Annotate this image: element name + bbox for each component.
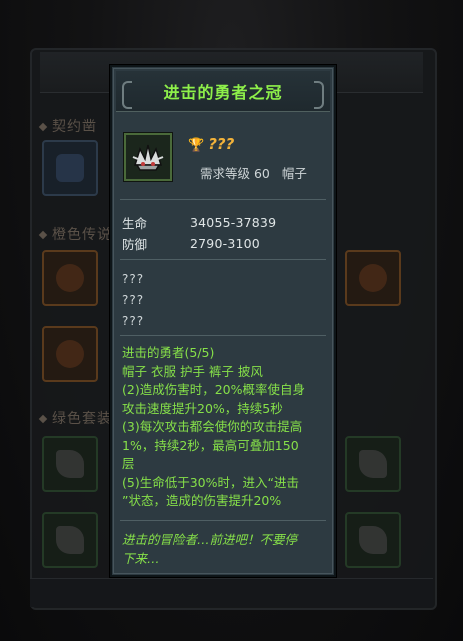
background-item-slot [42,436,98,492]
slot-type: 帽子 [281,166,307,181]
set-line: 1%，持续2秒，最高可叠加150 [122,437,299,453]
divider [120,335,326,336]
background-section-label: 绿色套装 [38,408,112,428]
background-item-slot [345,512,401,568]
divider [120,259,326,260]
divider [120,520,326,521]
spiked-helmet-icon [123,132,173,182]
flavor-line: 下来… [122,551,160,566]
game-screen: 契约凿 橙色传说 绿色套装 进击的勇者之冠 🏆 ??? 需求等级 60 帽子 生… [0,0,463,641]
item-tooltip: 进击的勇者之冠 🏆??? 需求等级 60 帽子 生命 34055-37839 防… [110,65,336,577]
background-bottom-bar [30,578,433,607]
set-line: 层 [122,456,135,471]
set-line: 攻击速度提升20%，持续5秒 [122,400,283,416]
stat-list: 生命 34055-37839 防御 2790-3100 [122,212,328,254]
set-line: (3)每次攻击都会使你的攻击提高 [122,419,303,434]
ornament-right-icon [314,81,324,109]
stat-row: 生命 34055-37839 [122,212,328,233]
unknown-attribute: ??? [122,293,145,307]
set-line: (5)生命低于30%时，进入“进击 [122,474,299,490]
divider [120,199,326,200]
stat-name: 生命 [122,216,148,231]
item-requirement: 需求等级 60 帽子 [200,163,307,182]
set-line: 进击的勇者(5/5) [122,345,215,360]
set-line: 帽子 衣服 护手 裤子 披风 [122,363,263,379]
tooltip-title: 进击的勇者之冠 [163,83,283,102]
flavor-line: 进击的冒险者…前进吧！不要停 [122,532,298,547]
set-bonus-description: 进击的勇者(5/5) 帽子 衣服 护手 裤子 披风 (2)造成伤害时，20%概率… [122,344,332,511]
stat-name: 防御 [122,237,148,252]
ornament-left-icon [122,81,132,109]
background-item-slot [42,326,98,382]
stat-row: 防御 2790-3100 [122,233,328,254]
unknown-attribute: ??? [122,272,145,286]
flavor-text: 进击的冒险者…前进吧！不要停 下来… [122,530,332,568]
tooltip-title-bar: 进击的勇者之冠 [116,71,330,112]
background-item-slot [42,140,98,196]
item-header: 🏆??? 需求等级 60 帽子 [122,129,328,189]
background-section-label: 橙色传说 [38,224,112,244]
stat-value: 2790-3100 [190,236,260,251]
background-item-slot [42,512,98,568]
stat-value: 34055-37839 [190,215,277,230]
trophy-icon: 🏆 [188,138,205,153]
set-line: ”状态，造成的伤害提升20% [122,493,282,508]
unknown-attribute: ??? [122,314,145,328]
item-name: 🏆??? [188,135,235,153]
background-item-slot [345,250,401,306]
background-item-slot [42,250,98,306]
required-level: 需求等级 60 [200,166,270,181]
set-line: (2)造成伤害时，20%概率使自身 [122,382,305,397]
background-item-slot [345,436,401,492]
background-section-label: 契约凿 [38,116,97,136]
unknown-attributes: ??? ??? ??? [122,269,144,332]
